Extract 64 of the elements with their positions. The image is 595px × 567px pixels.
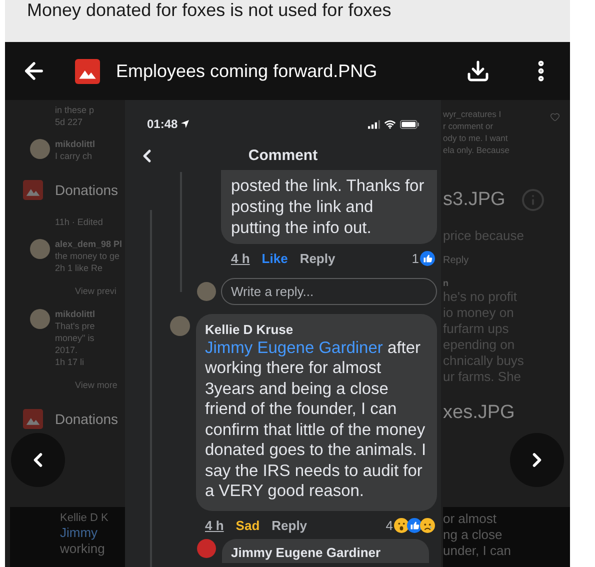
background-text: ela only. Because — [443, 144, 510, 156]
like-reaction-icon — [420, 251, 435, 266]
comment-text: posted the link. Thanks for posting the link and putting the info out. — [231, 176, 426, 239]
avatar-icon — [197, 539, 216, 558]
file-title: Employees coming forward.PNG — [116, 60, 378, 83]
reaction-link[interactable]: Sad — [236, 516, 260, 535]
screen-title: Comment — [248, 146, 318, 166]
download-icon[interactable] — [466, 59, 490, 83]
file-name: Donations — [55, 410, 118, 428]
page-title: Money donated for foxes is not used for foxes — [27, 0, 392, 20]
location-arrow-icon — [180, 120, 189, 128]
reply-link[interactable]: Reply — [272, 516, 308, 535]
avatar-photo — [30, 139, 50, 159]
reaction-count: 1 — [412, 250, 419, 268]
background-text: in these p — [55, 104, 94, 116]
background-text: r comment or — [443, 120, 494, 132]
background-text: or almost — [443, 511, 498, 527]
reply-field[interactable]: Write a reply... — [221, 278, 437, 304]
background-text: alex_dem_98 Pl — [55, 238, 122, 250]
comment-time[interactable]: 4 h — [205, 516, 224, 535]
background-text: mikdolittl — [55, 138, 95, 150]
signal-icon — [368, 120, 380, 128]
image-file-icon — [23, 409, 43, 429]
background-text: wyr_creatures I — [443, 108, 502, 120]
background-text: ng a close — [443, 527, 504, 543]
background-text: 11h · Edited — [55, 216, 103, 228]
reaction-link[interactable]: Like — [262, 249, 288, 268]
comment-author[interactable]: Kellie D Kruse — [205, 320, 428, 338]
background-text: ody to me. I want — [443, 132, 509, 144]
wow-reaction-icon — [394, 518, 409, 533]
avatar-photo — [30, 308, 50, 328]
background-text: money" is — [55, 332, 95, 344]
avatar-photo — [30, 239, 50, 259]
reply-link[interactable]: Reply — [300, 249, 336, 268]
reaction-count: 4 — [386, 516, 393, 534]
background-text: 5d 227 — [55, 116, 84, 128]
background-text: 2017. — [55, 344, 79, 356]
sad-reaction-icon — [420, 518, 435, 533]
background-text: n — [443, 277, 450, 289]
background-text: Kellie D K — [60, 511, 110, 525]
wifi-icon — [384, 120, 396, 128]
background-text: the money to ge — [55, 250, 121, 262]
background-text: working — [60, 541, 106, 557]
background-text: mikdolittl — [55, 308, 95, 320]
image-file-icon — [23, 180, 43, 200]
battery-icon — [400, 120, 419, 128]
mention-link[interactable]: Jimmy Eugene Gardiner — [205, 338, 383, 356]
avatar-photo — [170, 316, 190, 336]
file-name: xes.JPG — [443, 400, 515, 425]
background-text: 2h 1 like Re — [55, 262, 104, 274]
heart-icon — [550, 112, 560, 122]
file-name: Donations — [55, 180, 118, 200]
like-reaction-icon — [407, 518, 422, 533]
file-name: s3.JPG — [443, 188, 506, 212]
avatar-photo — [197, 282, 216, 300]
comment-author[interactable]: Jimmy Eugene Gardiner — [231, 545, 381, 560]
comment-time[interactable]: 4 h — [231, 249, 250, 268]
image-file-icon — [75, 58, 100, 84]
status-time: 01:48 — [147, 116, 178, 133]
background-text: That's pre — [55, 320, 95, 332]
background-text: Jimmy — [60, 525, 99, 541]
comment-text: Jimmy Eugene Gardiner after working there for almost 3years and being a close friend of the founder, I can confirm that little of the money donated goes to the animals. I say the IRS needs to audit for a VERY good reason. — [205, 338, 428, 502]
background-text: I carry ch — [55, 150, 94, 162]
background-text: under, I can — [443, 543, 512, 559]
